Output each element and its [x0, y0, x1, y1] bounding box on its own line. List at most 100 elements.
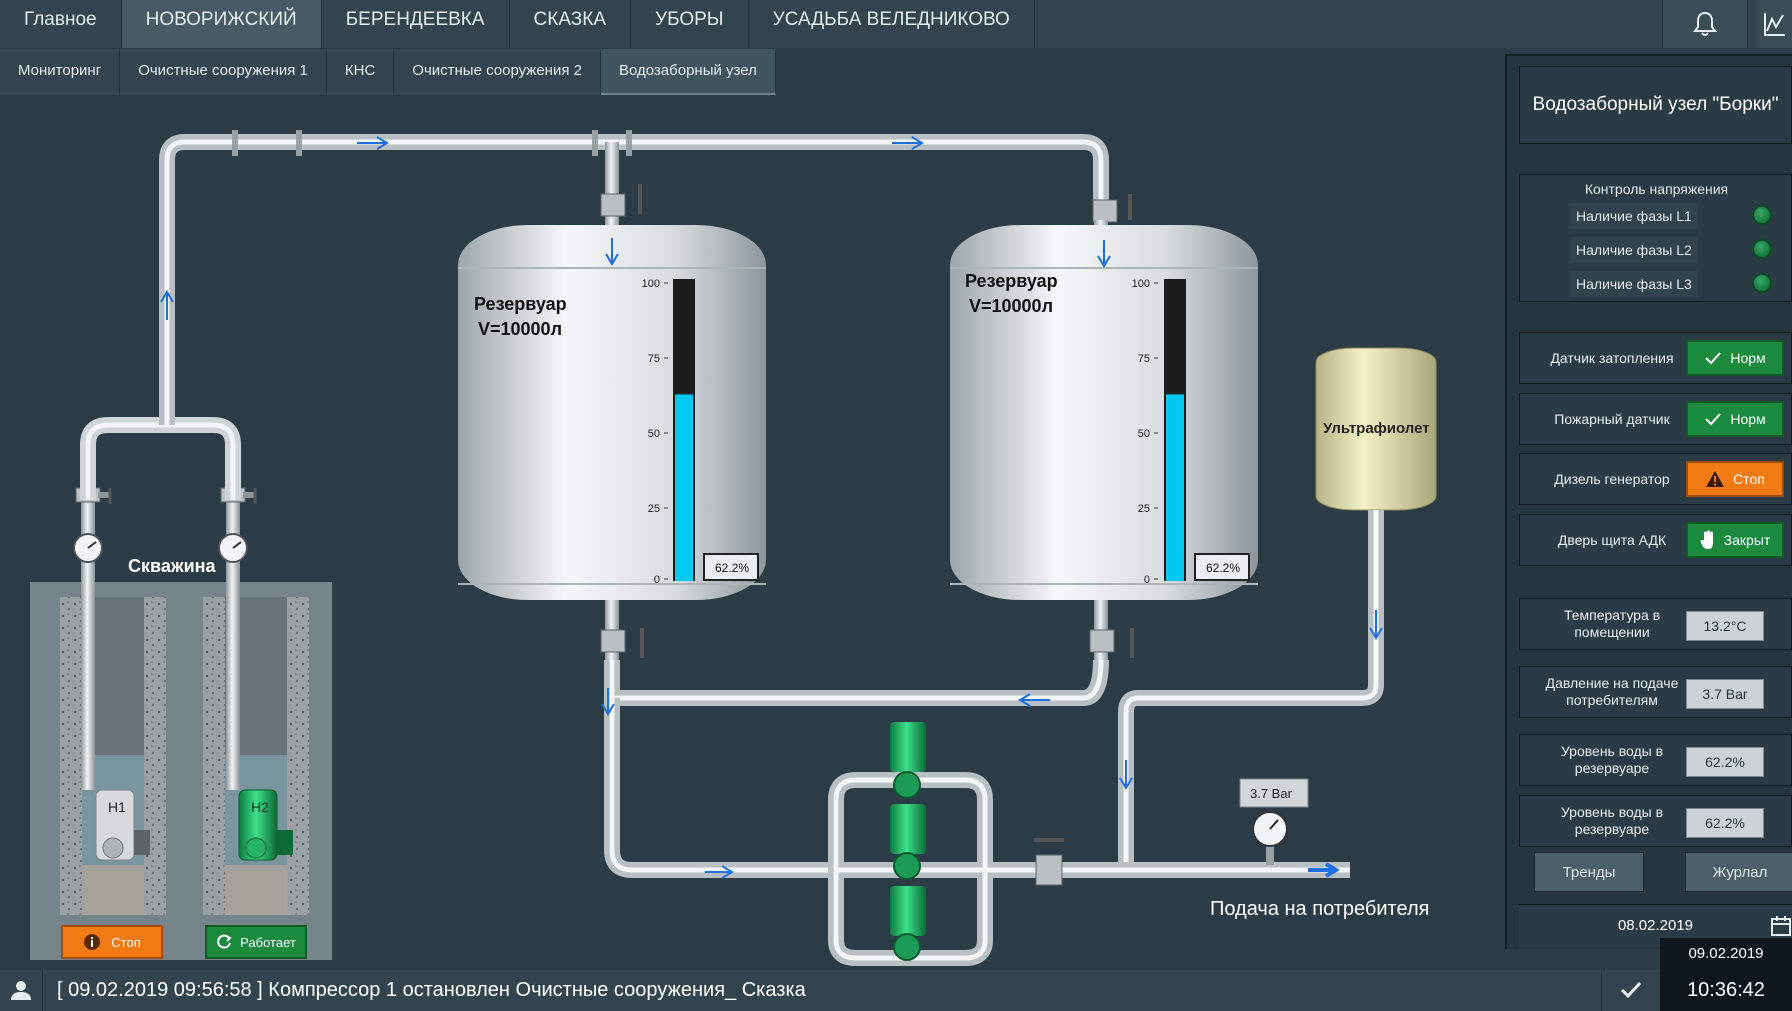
flood-sensor-status-label: Норм: [1730, 350, 1766, 366]
supply-pressure-label: Давление на подаче потребителям: [1545, 675, 1679, 708]
temperature-label: Температура в помещении: [1563, 607, 1661, 640]
pump-h1-status-label: Стоп: [111, 934, 141, 950]
phase-l2-row: Наличие фазы L2: [1570, 237, 1772, 263]
fire-sensor-label: Пожарный датчик: [1554, 410, 1670, 427]
panel-date: 08.02.2019: [1617, 917, 1694, 934]
tank-1-level-gauge: [673, 279, 695, 581]
panel-door-status-label: Закрыт: [1723, 532, 1771, 548]
event-message: [ 09.02.2019 09:56:58 ] Компрессор 1 ост…: [42, 970, 1602, 1011]
tank-1: [458, 225, 766, 600]
fire-sensor-status-label: Норм: [1730, 411, 1766, 427]
well-shaft-1: [60, 597, 166, 915]
phase-l1-row: Наличие фазы L1: [1570, 203, 1772, 229]
tank-1-title: Резервуар: [474, 294, 567, 314]
bell-icon: [1693, 11, 1717, 36]
booster-pump-1[interactable]: [890, 722, 926, 799]
pump-h2-status-button[interactable]: Работает: [205, 925, 307, 959]
diesel-generator-row: Дизель генератор Стоп: [1519, 453, 1792, 505]
scale-tick-label: 0: [654, 574, 660, 586]
flow-meter-1: [73, 533, 103, 563]
discharge-valve[interactable]: [1034, 838, 1064, 886]
temperature-value: 13.2°C: [1686, 611, 1764, 641]
event-bar: [ 09.02.2019 09:56:58 ] Компрессор 1 ост…: [0, 970, 1792, 1011]
chart-icon: [1764, 13, 1785, 36]
subtab-treatment-1[interactable]: Очистные сооружения 1: [120, 49, 327, 95]
subtab-monitoring[interactable]: Мониторинг: [0, 49, 121, 95]
uv-label: Ультрафиолет: [1323, 420, 1430, 437]
water-level-2-label: Уровень воды в резервуаре: [1560, 804, 1664, 837]
scale-tick-label: 75: [1138, 353, 1150, 365]
diesel-generator-label: Дизель генератор: [1554, 470, 1670, 487]
diesel-generator-status-label: Стоп: [1733, 471, 1765, 487]
phase-l3-label: Наличие фазы L3: [1570, 271, 1698, 297]
pump-h2-status-label: Работает: [240, 934, 296, 950]
scale-tick-label: 0: [1144, 574, 1150, 586]
user-icon[interactable]: [10, 979, 32, 1001]
panel-door-label: Дверь щита АДК: [1557, 531, 1667, 548]
tab-skazka[interactable]: СКАЗКА: [510, 0, 632, 48]
pump-h1-status-button[interactable]: Стоп: [61, 925, 163, 959]
fire-sensor-status[interactable]: Норм: [1686, 401, 1784, 437]
scale-tick-label: 75: [648, 353, 660, 365]
notifications-button[interactable]: [1662, 0, 1748, 48]
acknowledge-icon[interactable]: [1620, 980, 1642, 1000]
tab-veledni kovo[interactable]: УСАДЬБА ВЕЛЕДНИКОВО: [749, 0, 1035, 48]
panel-door-row: Дверь щита АДК Закрыт: [1519, 514, 1792, 566]
calendar-icon[interactable]: [1770, 915, 1792, 937]
check-icon: [1705, 352, 1722, 365]
subtab-treatment-2[interactable]: Очистные сооружения 2: [394, 49, 601, 95]
flood-sensor-row: Датчик затопления Норм: [1519, 332, 1792, 384]
voltage-control-box: Контроль напряжения Наличие фазы L1 Нали…: [1519, 174, 1792, 302]
trends-button[interactable]: Тренды: [1534, 852, 1644, 892]
phase-l3-row: Наличие фазы L3: [1570, 271, 1772, 297]
supply-pressure-value: 3.7 Bar: [1686, 679, 1764, 709]
phase-l1-indicator: [1752, 205, 1772, 225]
tank-1-level-fill: [675, 394, 693, 581]
water-level-1-row: Уровень воды в резервуаре 62.2%: [1519, 734, 1792, 786]
tab-berendeevka[interactable]: БЕРЕНДЕЕВКА: [322, 0, 510, 48]
scale-tick-label: 100: [1132, 278, 1150, 290]
phase-l2-label: Наличие фазы L2: [1570, 237, 1698, 263]
scale-tick-label: 25: [1138, 503, 1150, 515]
water-level-1-label: Уровень воды в резервуаре: [1560, 743, 1664, 776]
subtab-kns[interactable]: КНС: [326, 49, 395, 95]
tank-1-level-label: 62.2%: [715, 561, 749, 575]
check-icon: [1705, 413, 1722, 426]
tank-1-volume: V=10000л: [478, 319, 562, 339]
info-icon: [84, 934, 101, 950]
chart-button[interactable]: [1756, 0, 1792, 48]
pressure-readout: 3.7 Bar: [1250, 786, 1293, 801]
tab-main[interactable]: Главное: [0, 0, 122, 48]
journal-button[interactable]: Журлал: [1685, 852, 1792, 892]
pump-h2-label: Н2: [251, 799, 269, 815]
flood-sensor-status[interactable]: Норм: [1686, 340, 1784, 376]
fire-sensor-row: Пожарный датчик Норм: [1519, 393, 1792, 445]
booster-pump-2[interactable]: [890, 804, 926, 880]
system-date: 09.02.2019: [1660, 938, 1792, 970]
tank-2-level-gauge: [1164, 279, 1186, 581]
tab-ubory[interactable]: УБОРЫ: [631, 0, 749, 48]
pump-h1-label: Н1: [108, 799, 126, 815]
supply-pressure-row: Давление на подаче потребителям 3.7 Bar: [1519, 666, 1792, 718]
system-time: 10:36:42: [1660, 970, 1792, 1011]
water-level-2-value: 62.2%: [1686, 808, 1764, 838]
flow-meter-2: [218, 533, 248, 563]
tank-2-level-label: 62.2%: [1206, 561, 1240, 575]
refresh-icon: [217, 934, 232, 949]
well-shaft-2: [203, 597, 309, 915]
voltage-control-title: Контроль напряжения: [1584, 181, 1729, 197]
booster-pump-3[interactable]: [890, 886, 926, 961]
hand-icon: [1700, 530, 1713, 549]
subtab-water-intake[interactable]: Водозаборный узел: [600, 49, 776, 95]
consumer-label: Подача на потребителя: [1210, 898, 1429, 920]
water-level-2-row: Уровень воды в резервуаре 62.2%: [1519, 795, 1792, 847]
well-label: Скважина: [128, 556, 217, 576]
tab-novorizhsky[interactable]: НОВОРИЖСКИЙ: [121, 0, 322, 48]
sub-nav: Мониторинг Очистные сооружения 1 КНС Очи…: [0, 49, 776, 95]
panel-door-status[interactable]: Закрыт: [1686, 522, 1784, 558]
scale-tick-label: 50: [1138, 428, 1150, 440]
diesel-generator-status[interactable]: Стоп: [1686, 461, 1784, 497]
tank-2-title: Резервуар: [965, 271, 1058, 291]
scale-tick-label: 25: [648, 503, 660, 515]
tank-2-volume: V=10000л: [969, 296, 1053, 316]
